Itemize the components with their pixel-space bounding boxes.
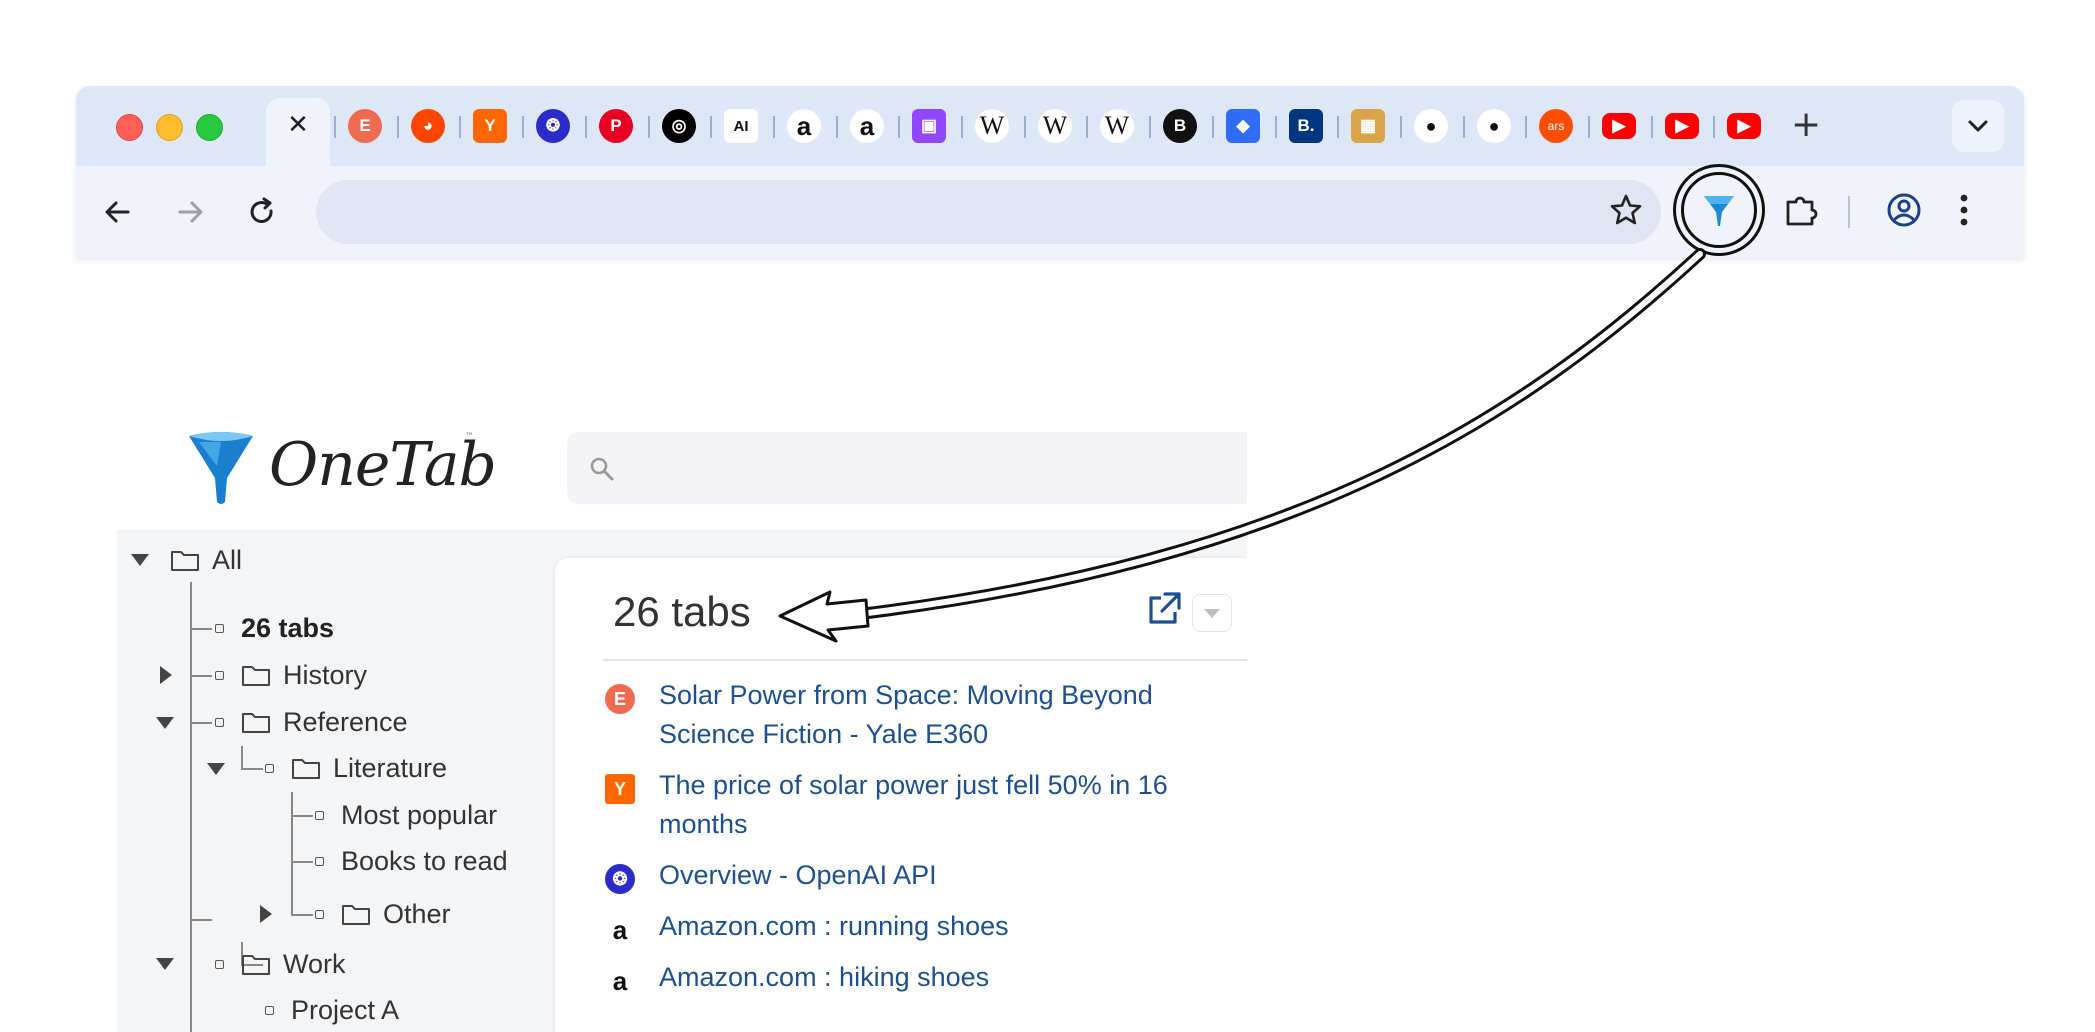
annotation-arrow [778, 248, 1706, 643]
